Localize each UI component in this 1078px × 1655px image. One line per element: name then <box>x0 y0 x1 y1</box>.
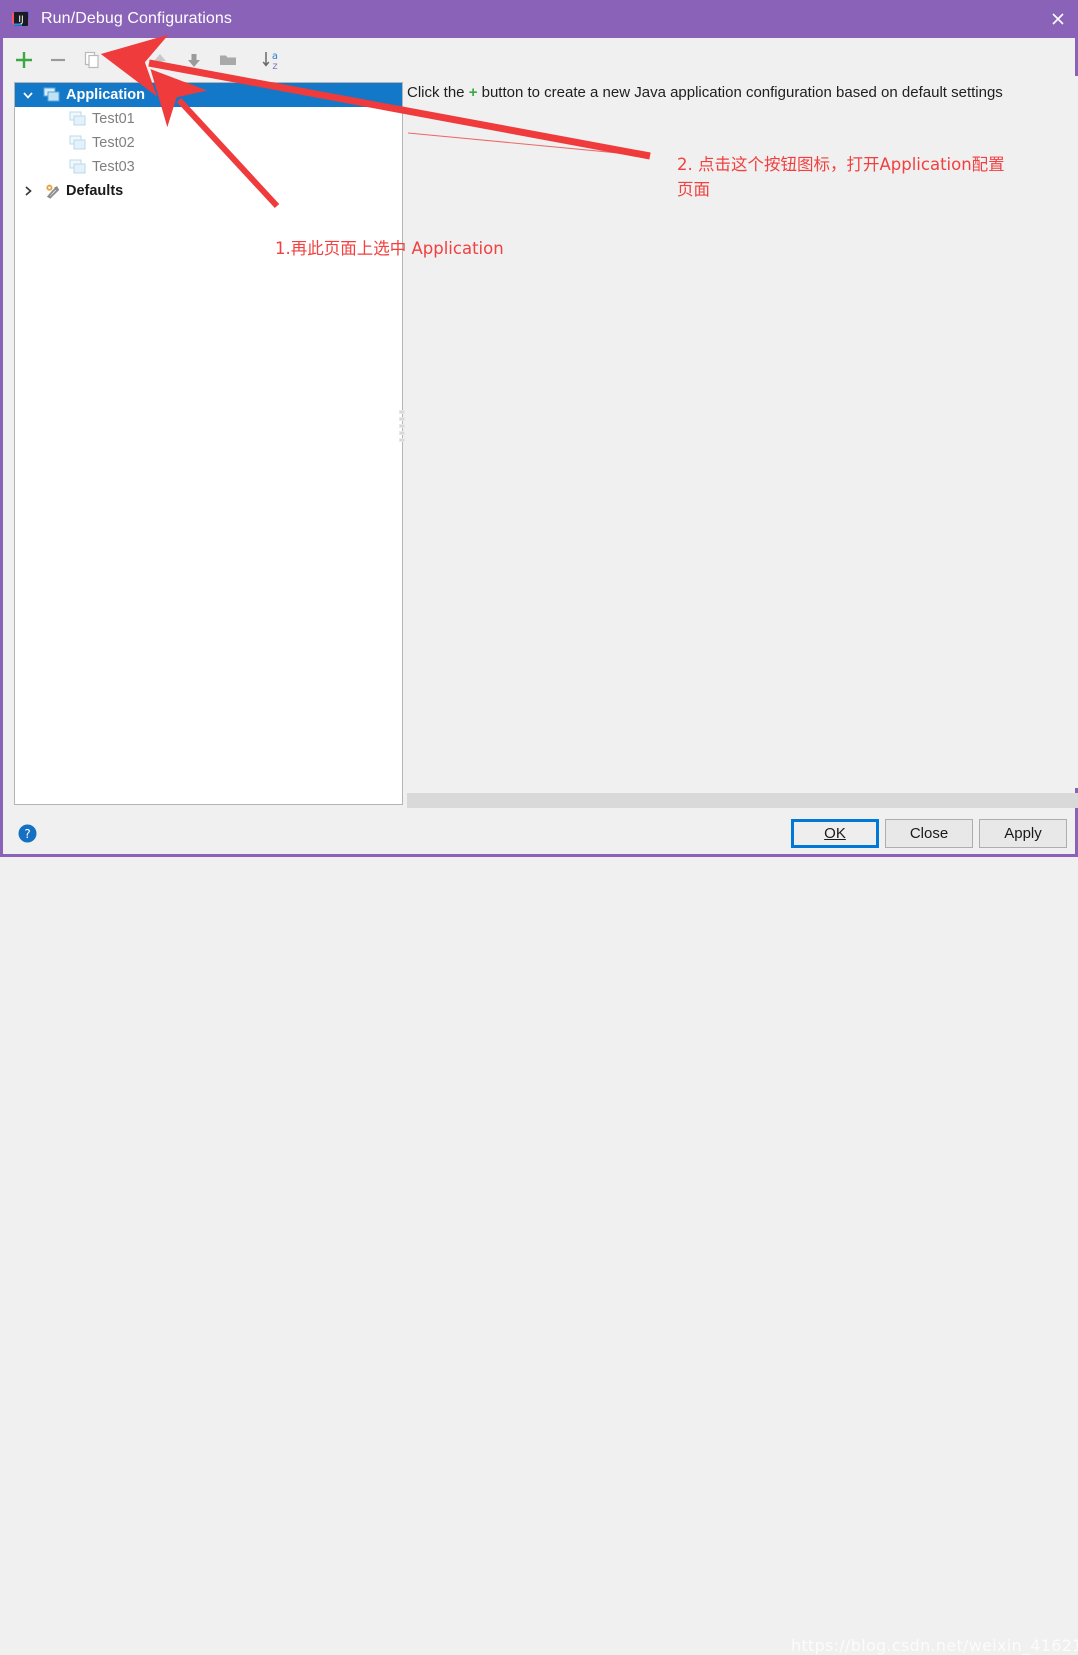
application-icon <box>67 111 89 127</box>
minus-icon <box>47 49 69 76</box>
sort-az-icon: a z <box>260 48 284 77</box>
copy-icon <box>81 49 103 76</box>
tree-node-test02[interactable]: Test02 <box>15 131 402 155</box>
chevron-down-icon[interactable] <box>15 88 41 102</box>
intellij-idea-logo-icon: IJ <box>11 9 31 29</box>
splitter-dot <box>399 431 405 435</box>
apply-button-label: Apply <box>1004 825 1042 842</box>
svg-text:IJ: IJ <box>18 15 23 25</box>
close-button-label: Close <box>909 825 949 842</box>
application-icon <box>67 135 89 151</box>
configurations-toolbar: a z <box>7 44 407 80</box>
wrench-gear-icon <box>41 183 63 199</box>
sort-configurations-button[interactable]: a z <box>255 46 289 78</box>
arrow-up-icon <box>149 49 171 76</box>
splitter-dot <box>399 410 405 414</box>
ok-button[interactable]: OK <box>791 819 879 848</box>
copy-configuration-button[interactable] <box>75 46 109 78</box>
tree-node-test01[interactable]: Test01 <box>15 107 402 131</box>
tree-node-test03[interactable]: Test03 <box>15 155 402 179</box>
hint-prefix: Click the <box>407 84 469 101</box>
move-up-button[interactable] <box>143 46 177 78</box>
horizontal-scrollbar[interactable] <box>407 793 1078 808</box>
plus-icon <box>13 49 35 76</box>
panel-splitter-handle[interactable] <box>399 410 407 442</box>
window-title: Run/Debug Configurations <box>41 10 232 27</box>
chevron-right-icon[interactable] <box>15 184 41 198</box>
wrench-gear-icon <box>115 49 137 76</box>
tree-node-application[interactable]: Application <box>15 83 402 107</box>
ok-button-label: OK <box>824 825 846 842</box>
run-debug-configurations-window: IJ Run/Debug Configurations a z Applicat… <box>0 0 1078 1655</box>
close-icon[interactable] <box>1035 0 1078 38</box>
tree-node-label: Test03 <box>92 159 135 175</box>
remove-configuration-button[interactable] <box>41 46 75 78</box>
tree-node-label: Test01 <box>92 111 135 127</box>
tree-node-label: Defaults <box>66 183 124 199</box>
application-icon <box>67 159 89 175</box>
move-down-button[interactable] <box>177 46 211 78</box>
tree-node-defaults[interactable]: Defaults <box>15 179 402 203</box>
new-folder-button[interactable] <box>211 46 245 78</box>
add-configuration-button[interactable] <box>7 46 41 78</box>
arrow-down-icon <box>183 49 205 76</box>
tree-node-label: Application <box>66 87 145 103</box>
help-circle-icon[interactable]: ? <box>18 824 37 848</box>
annotation-note-2: 2. 点击这个按钮图标，打开Application配置 页面 <box>677 155 1005 199</box>
hint-suffix: button to create a new Java application … <box>477 84 1003 101</box>
watermark-text: https://blog.csdn.net/weixin_41621980 <box>791 1636 1078 1655</box>
svg-text:?: ? <box>24 827 30 841</box>
svg-text:z: z <box>272 61 277 72</box>
edit-defaults-button[interactable] <box>109 46 143 78</box>
annotation-note-1: 1.再此页面上选中 Application <box>275 239 504 258</box>
tree-node-label: Test02 <box>92 135 135 151</box>
title-bar: IJ Run/Debug Configurations <box>3 0 1078 38</box>
splitter-dot <box>399 424 405 428</box>
close-button[interactable]: Close <box>885 819 973 848</box>
empty-state-hint: Click the + button to create a new Java … <box>407 84 1003 101</box>
splitter-dot <box>399 438 405 442</box>
splitter-dot <box>399 417 405 421</box>
dialog-button-bar: ? OK Close Apply https://blog.csdn.net/w… <box>3 810 1078 1655</box>
folder-icon <box>217 49 239 76</box>
configurations-tree[interactable]: Application Test01 Test02 Test03 Default… <box>14 82 403 805</box>
application-icon <box>41 87 63 103</box>
apply-button[interactable]: Apply <box>979 819 1067 848</box>
